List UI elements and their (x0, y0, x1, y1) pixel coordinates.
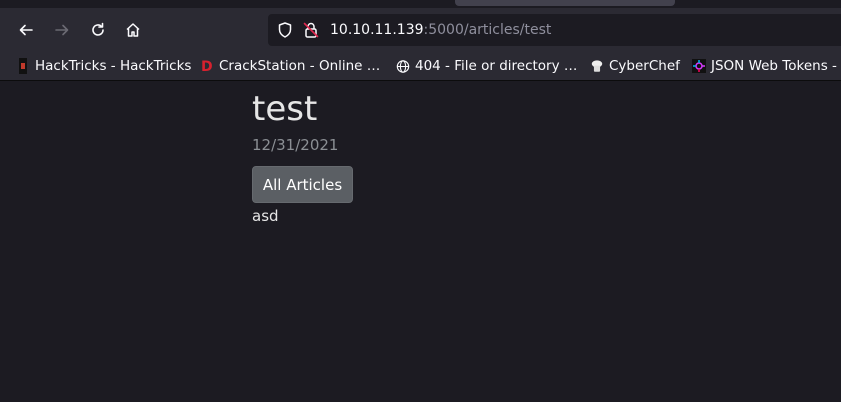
url-path: :5000/articles/test (423, 22, 552, 38)
all-articles-button[interactable]: All Articles (252, 166, 353, 203)
tab-strip (0, 0, 841, 8)
back-button[interactable] (11, 15, 41, 45)
bookmark-label: HackTricks - HackTricks (35, 58, 192, 74)
insecure-lock-icon[interactable] (302, 21, 320, 39)
reload-icon (92, 22, 104, 36)
article-body: asd (252, 207, 279, 225)
svg-text:D: D (201, 59, 213, 74)
home-button[interactable] (118, 15, 148, 45)
navigation-toolbar: 10.10.11.139:5000/articles/test (0, 8, 841, 52)
bookmark-label: CrackStation - Online … (219, 58, 381, 74)
address-bar[interactable]: 10.10.11.139:5000/articles/test (268, 14, 841, 46)
arrow-right-icon (55, 24, 69, 36)
browser-window: 10.10.11.139:5000/articles/test HackTric… (0, 0, 841, 402)
article-title: test (252, 89, 318, 129)
globe-icon (396, 58, 410, 74)
forward-button[interactable] (47, 15, 77, 45)
crackstation-icon: D (200, 58, 214, 74)
bookmark-label: 404 - File or directory … (415, 58, 578, 74)
bookmark-hacktricks[interactable]: HackTricks - HackTricks (16, 56, 191, 76)
shield-icon[interactable] (276, 21, 294, 39)
bookmark-crackstation[interactable]: D CrackStation - Online … (200, 56, 380, 76)
bookmark-label: JSON Web Tokens - (711, 58, 837, 74)
bookmarks-bar: HackTricks - HackTricks D CrackStation -… (0, 52, 841, 81)
active-tab[interactable] (455, 0, 675, 6)
url-host: 10.10.11.139 (330, 22, 424, 38)
cyberchef-icon (590, 58, 604, 74)
bookmark-jwt[interactable]: JSON Web Tokens - (692, 56, 837, 76)
reload-button[interactable] (83, 15, 113, 45)
page-content: test 12/31/2021 All Articles asd (0, 81, 841, 402)
jwt-icon (692, 58, 706, 74)
arrow-left-icon (19, 24, 33, 36)
home-icon (126, 23, 140, 37)
bookmark-404[interactable]: 404 - File or directory … (396, 56, 577, 76)
bookmark-cyberchef[interactable]: CyberChef (590, 56, 680, 76)
article-date: 12/31/2021 (252, 136, 339, 154)
hacktricks-icon (16, 58, 30, 74)
bookmark-label: CyberChef (609, 58, 680, 74)
url-text[interactable]: 10.10.11.139:5000/articles/test (330, 21, 551, 39)
